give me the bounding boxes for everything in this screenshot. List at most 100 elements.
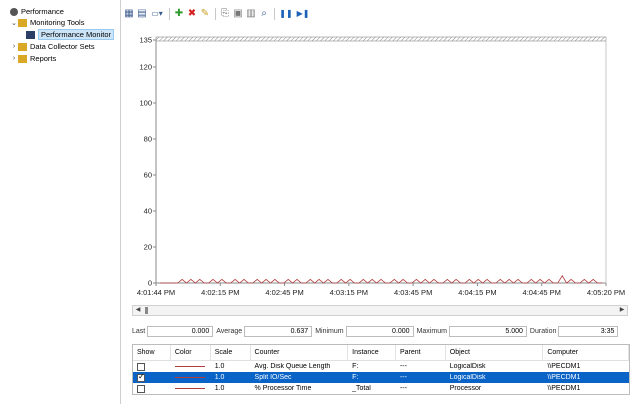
scale-cell: 1.0 (214, 374, 225, 381)
x-tick-label: 4:01:44 PM (137, 288, 175, 297)
maximum-value: 5.000 (448, 325, 527, 337)
x-tick-label: 4:02:45 PM (265, 288, 303, 297)
chart-svg: 0 20 40 60 80 100 120 135 4:01:44 PM 4:02:15 PM 4:… (137, 36, 625, 298)
y-tick-label: 100 (139, 99, 152, 108)
object-cell: Processor (449, 385, 482, 392)
color-cell (171, 385, 211, 392)
last-value: 0.000 (147, 325, 214, 337)
minimum-label: Minimum (315, 327, 344, 335)
collapsed-arrow-icon[interactable]: › (10, 43, 18, 50)
tree-item-label: Reports (30, 54, 57, 63)
minimum-value: 0.000 (345, 325, 414, 337)
x-tick-label: 4:03:45 PM (394, 288, 432, 297)
maximum-label: Maximum (416, 327, 447, 335)
add-counter-button[interactable]: ✚ (173, 8, 185, 20)
zoom-button[interactable]: ⌕ (258, 8, 270, 20)
tree-item-data-collector-sets[interactable]: › Data Collector Sets (10, 41, 95, 52)
table-header: Show Color Scale Counter Instance Parent… (133, 344, 629, 361)
tree-item-label: Performance (21, 7, 64, 16)
x-tick-label: 4:04:15 PM (458, 288, 496, 297)
view-log-data-button[interactable]: ▤ (136, 8, 148, 20)
y-tick-label: 80 (144, 135, 152, 144)
scale-cell: 1.0 (214, 363, 225, 370)
x-tick-label: 4:02:15 PM (201, 288, 239, 297)
show-checkbox[interactable] (137, 384, 145, 393)
counter-cell: % Processor Time (254, 385, 312, 392)
counter-table: Show Color Scale Counter Instance Parent… (132, 344, 630, 395)
y-tick-label: 135 (139, 36, 152, 45)
scroll-thumb[interactable] (145, 307, 148, 314)
show-checkbox[interactable] (137, 373, 145, 382)
navigation-tree: Performance ⌄ Monitoring Tools Performance … (0, 0, 121, 404)
update-data-button[interactable]: ▶❚ (295, 8, 311, 20)
show-checkbox[interactable] (137, 362, 145, 371)
header-color[interactable]: Color (171, 344, 211, 361)
header-parent[interactable]: Parent (396, 344, 446, 361)
color-swatch (174, 387, 205, 389)
y-tick-label: 60 (144, 171, 152, 180)
header-counter[interactable]: Counter (251, 344, 349, 361)
scale-cell: 1.0 (214, 385, 225, 392)
duration-label: Duration (529, 327, 557, 335)
folder-icon (18, 42, 27, 51)
paste-counter-list-button[interactable]: ▣ (232, 8, 244, 20)
object-cell: LogicalDisk (449, 374, 486, 381)
table-row[interactable]: 1.0 Split IO/Sec F: --- LogicalDisk \\PECDM1 (133, 372, 629, 383)
parent-cell: --- (399, 374, 407, 381)
table-row[interactable]: 1.0 % Processor Time _Total --- Processor \\P… (133, 383, 629, 394)
view-current-activity-button[interactable]: ▦ (123, 8, 135, 20)
statistics-bar: Last 0.000 Average 0.637 Minimum 0.000 M… (132, 324, 632, 338)
highlight-button[interactable]: ✎ (199, 8, 211, 20)
y-tick-label: 20 (144, 243, 152, 252)
tree-item-label: Monitoring Tools (30, 18, 85, 27)
delete-counter-button[interactable]: ✖ (186, 8, 198, 20)
color-swatch (174, 365, 205, 367)
computer-cell: \\PECDM1 (547, 374, 581, 381)
tree-item-performance[interactable]: Performance (2, 6, 64, 17)
toolbar-separator (274, 8, 275, 20)
show-cell (133, 362, 171, 372)
toolbar: ▦ ▤ ▭▾ ✚ ✖ ✎ ⎘ ▣ ▥ ⌕ ❚❚ ▶❚ (123, 6, 312, 22)
y-tick-label: 120 (139, 63, 152, 72)
expanded-arrow-icon[interactable]: ⌄ (10, 19, 18, 27)
tree-item-monitoring-tools[interactable]: ⌄ Monitoring Tools (10, 17, 84, 28)
color-swatch (174, 376, 205, 378)
properties-button[interactable]: ▥ (245, 8, 257, 20)
header-scale[interactable]: Scale (211, 344, 251, 361)
header-instance[interactable]: Instance (348, 344, 396, 361)
tree-item-performance-monitor[interactable]: Performance Monitor (18, 29, 115, 40)
counter-cell: Split IO/Sec (254, 374, 292, 381)
show-cell (133, 373, 171, 383)
tree-item-reports[interactable]: › Reports (10, 53, 56, 64)
y-tick-label: 40 (144, 207, 152, 216)
collapsed-arrow-icon[interactable]: › (10, 55, 18, 62)
computer-cell: \\PECDM1 (547, 363, 581, 370)
y-tick-label: 0 (148, 279, 152, 288)
freeze-display-button[interactable]: ❚❚ (278, 8, 294, 20)
toolbar-separator (169, 8, 170, 20)
last-label: Last (132, 327, 146, 335)
x-tick-label: 4:05:20 PM (587, 288, 625, 297)
show-cell (133, 384, 171, 394)
parent-cell: --- (399, 385, 407, 392)
header-computer[interactable]: Computer (543, 344, 629, 361)
object-cell: LogicalDisk (449, 363, 486, 370)
average-label: Average (216, 327, 243, 335)
tree-item-label: Performance Monitor (38, 29, 115, 40)
counter-cell: Avg. Disk Queue Length (254, 363, 331, 370)
folder-icon (18, 18, 27, 27)
header-show[interactable]: Show (133, 344, 171, 361)
series-line-0 (160, 275, 602, 284)
scroll-right-button[interactable]: ▶ (617, 306, 627, 315)
table-body: 1.0 Avg. Disk Queue Length F: --- LogicalDis… (133, 361, 629, 394)
copy-properties-button[interactable]: ⎘ (219, 8, 231, 20)
header-object[interactable]: Object (446, 344, 544, 361)
toolbar-separator (215, 8, 216, 20)
scroll-left-button[interactable]: ◀ (133, 306, 143, 315)
table-row[interactable]: 1.0 Avg. Disk Queue Length F: --- LogicalDis… (133, 361, 629, 372)
computer-cell: \\PECDM1 (547, 385, 581, 392)
timeline-scrollbar[interactable]: ◀ ▶ (132, 305, 628, 316)
instance-cell: _Total (352, 385, 371, 392)
change-graph-type-button[interactable]: ▭▾ (149, 8, 165, 20)
instance-cell: F: (352, 374, 359, 381)
